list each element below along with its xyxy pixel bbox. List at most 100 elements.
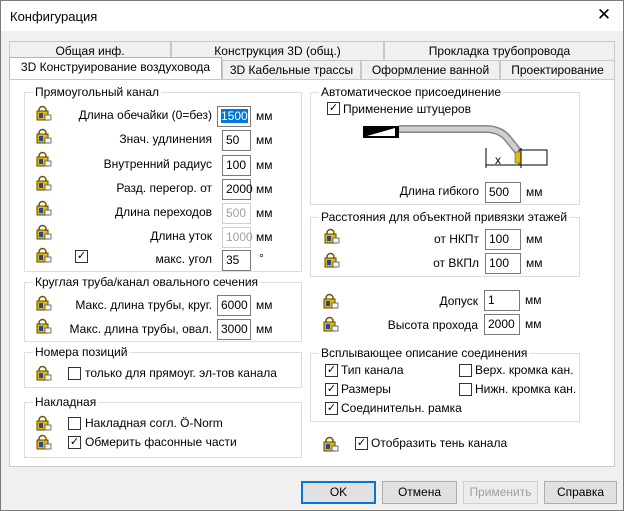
max-angle-checkbox[interactable]: ✓ [75, 250, 88, 263]
duct-type-checkbox[interactable]: ✓ [325, 364, 338, 377]
max-angle-input[interactable]: 35 [222, 250, 251, 271]
onorm-checkbox[interactable] [68, 417, 81, 430]
fitting-label: Применение штуцеров [343, 102, 471, 116]
top-edge-checkbox[interactable] [459, 364, 472, 377]
lock-icon[interactable] [323, 436, 339, 452]
lock-icon[interactable] [36, 224, 52, 240]
cancel-button[interactable]: Отмена [382, 481, 457, 504]
bottom-edge-checkbox[interactable] [459, 383, 472, 396]
popup-description-title: Всплывающее описание соединения [319, 346, 530, 360]
tolerance-input[interactable]: 1 [484, 290, 520, 311]
lock-icon[interactable] [36, 128, 52, 144]
dimensions-checkbox[interactable]: ✓ [325, 383, 338, 396]
lock-icon[interactable] [36, 200, 52, 216]
dimensions-label: Размеры [341, 382, 391, 396]
position-numbers-title: Номера позиций [33, 345, 130, 359]
extension-input[interactable]: 50 [222, 130, 251, 151]
inner-radius-input[interactable]: 100 [222, 155, 251, 176]
only-rect-checkbox[interactable] [68, 367, 81, 380]
pass-height-label: Высота прохода [387, 318, 478, 332]
flex-x-mark: x [495, 153, 501, 167]
ut-length-input[interactable]: 1000 [222, 227, 253, 248]
show-shadow-label: Отобразить тень канала [371, 436, 508, 450]
pass-height-input[interactable]: 2000 [484, 314, 520, 335]
fitting-checkbox[interactable]: ✓ [327, 102, 340, 115]
lock-icon[interactable] [36, 105, 52, 121]
vkpl-input[interactable]: 100 [485, 253, 521, 274]
measure-fittings-label: Обмерить фасонные части [85, 435, 237, 449]
tab-panel: Прямоугольный канал Длина обечайки (0=бе… [9, 79, 615, 467]
shell-length-label: Длина обечайки (0=без) [78, 108, 212, 122]
lock-icon[interactable] [323, 316, 339, 332]
nkpt-label: от НКПт [433, 232, 479, 246]
close-icon[interactable]: ✕ [595, 6, 613, 24]
max-round-length-unit: мм [256, 298, 273, 312]
max-angle-unit: ° [259, 251, 264, 265]
vkpl-label: от ВКПл [433, 256, 479, 270]
floor-distances-group: Расстояния для объектной привязки этажей… [310, 210, 580, 277]
flex-length-unit: мм [526, 185, 543, 199]
position-numbers-group: Номера позиций только для прямоуг. эл-то… [24, 345, 302, 388]
partition-input[interactable]: 2000 [222, 179, 253, 200]
ut-length-unit: мм [256, 230, 273, 244]
tab-bathroom-design[interactable]: Оформление ванной [361, 60, 500, 79]
bottom-edge-label: Нижн. кромка кан. [475, 382, 577, 396]
extension-label: Знач. удлинения [119, 132, 212, 146]
max-oval-length-unit: мм [256, 322, 273, 336]
connect-frame-checkbox[interactable]: ✓ [325, 402, 338, 415]
partition-label: Разд. перегор. от [116, 181, 212, 195]
tab-cable-trays[interactable]: 3D Кабельные трассы [222, 60, 361, 79]
only-rect-label: только для прямоуг. эл-тов канала [85, 366, 277, 380]
lock-icon[interactable] [36, 318, 52, 334]
measure-fittings-checkbox[interactable]: ✓ [68, 436, 81, 449]
help-button[interactable]: Справка [544, 481, 617, 504]
lock-icon[interactable] [36, 175, 52, 191]
tab-pipe-routing[interactable]: Прокладка трубопровода [384, 41, 615, 60]
lock-icon[interactable] [36, 151, 52, 167]
lock-icon[interactable] [36, 247, 52, 263]
transition-length-unit: мм [256, 206, 273, 220]
lock-icon[interactable] [36, 434, 52, 450]
lock-icon[interactable] [36, 415, 52, 431]
flex-length-input[interactable]: 500 [485, 182, 521, 203]
connect-frame-label: Соединительн. рамка [341, 401, 462, 415]
ut-length-label: Длина уток [150, 229, 212, 243]
tab-design[interactable]: Проектирование [500, 60, 615, 79]
auto-connect-title: Автоматическое присоединение [319, 85, 504, 99]
rect-duct-group: Прямоугольный канал Длина обечайки (0=бе… [24, 85, 302, 272]
lock-icon[interactable] [36, 295, 52, 311]
max-oval-length-label: Макс. длина трубы, овал. [69, 322, 212, 336]
duct-type-label: Тип канала [341, 363, 404, 377]
max-round-length-label: Макс. длина трубы, круг. [75, 298, 212, 312]
onorm-label: Накладная согл. Ö-Norm [85, 416, 223, 430]
title-bar: Конфигурация ✕ [1, 1, 623, 31]
flex-connection-diagram [363, 125, 548, 168]
pass-height-unit: мм [525, 317, 542, 331]
max-oval-length-input[interactable]: 3000 [217, 319, 251, 340]
overlay-title: Накладная [33, 395, 99, 409]
lock-icon[interactable] [324, 252, 340, 268]
lock-icon[interactable] [36, 365, 52, 381]
nkpt-unit: мм [526, 232, 543, 246]
tab-duct-construction[interactable]: 3D Конструирование воздуховода [9, 57, 222, 79]
transition-length-label: Длина переходов [114, 205, 212, 219]
flex-length-label: Длина гибкого [399, 184, 479, 198]
transition-length-input[interactable]: 500 [222, 203, 251, 224]
ok-button[interactable]: OK [301, 481, 376, 504]
round-pipe-group: Круглая труба/канал овального сечения Ма… [24, 275, 302, 342]
tolerance-unit: мм [525, 293, 542, 307]
inner-radius-unit: мм [256, 158, 273, 172]
apply-button[interactable]: Применить [463, 481, 538, 504]
tolerance-label: Допуск [439, 294, 478, 308]
shell-length-input[interactable]: 1500 [217, 106, 251, 127]
lock-icon[interactable] [323, 293, 339, 309]
max-round-length-input[interactable]: 6000 [217, 295, 251, 316]
auto-connect-group: Автоматическое присоединение ✓ Применени… [310, 85, 580, 205]
nkpt-input[interactable]: 100 [485, 229, 521, 250]
overlay-group: Накладная Накладная согл. Ö-Norm ✓ Обмер… [24, 395, 302, 458]
extension-unit: мм [256, 133, 273, 147]
shell-length-unit: мм [256, 109, 273, 123]
lock-icon[interactable] [324, 228, 340, 244]
show-shadow-checkbox[interactable]: ✓ [355, 437, 368, 450]
max-angle-label: макс. угол [155, 252, 212, 266]
